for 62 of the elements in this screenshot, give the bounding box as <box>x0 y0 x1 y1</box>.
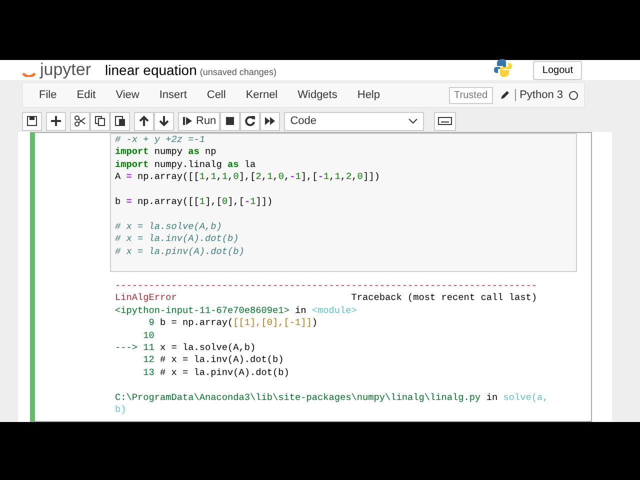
save-status: (unsaved changes) <box>200 67 276 77</box>
code-line: import numpy.linalg as la <box>115 158 256 170</box>
clipboard-icon <box>114 115 126 127</box>
code-line: import numpy as np <box>115 146 216 158</box>
stop-button[interactable] <box>220 112 240 130</box>
caret-icon <box>408 116 418 126</box>
menu-item[interactable]: Widgets <box>288 89 348 101</box>
code-line: # -x + y +2z =-1 <box>115 134 206 145</box>
menu-item[interactable]: Kernel <box>236 89 288 101</box>
code-line: # x = la.solve(A,b) <box>115 220 222 232</box>
output-line: LinAlgError Traceback (most recent call last) <box>115 292 537 304</box>
output-line: ---> 11 x = la.solve(A,b) <box>115 342 256 353</box>
output-line: b) <box>115 404 126 415</box>
keyboard-button[interactable] <box>434 112 456 130</box>
logo-arc-icon <box>22 72 36 76</box>
output-line: <ipython-input-11-67e70e8609e1> in <module> <box>115 304 357 316</box>
up-arrow-icon <box>138 115 150 127</box>
code-line: A = np.array([[1,1,1,0],[2,1,0,-1],[-1,1,2,0]]) <box>115 171 380 182</box>
output-line: 9 b = np.array([[1],[0],[-1]]) <box>148 317 318 328</box>
pencil-icon <box>498 89 511 101</box>
jupyter-logo-text: jupyter <box>40 61 92 79</box>
keyboard-icon <box>438 115 452 127</box>
fast-forward-button[interactable] <box>260 112 280 130</box>
output-line: 12 # x = la.inv(A).dot(b) <box>142 354 284 366</box>
restart-button[interactable] <box>240 112 260 130</box>
notebook-title[interactable]: linear equation <box>105 61 197 79</box>
scissors-icon <box>74 115 86 127</box>
menu-item[interactable]: Cell <box>196 89 236 101</box>
down-arrow-icon <box>158 115 170 127</box>
restart-icon <box>244 115 256 127</box>
save-button[interactable] <box>22 112 42 130</box>
step-forward-icon <box>182 115 193 127</box>
fast-forward-icon <box>264 115 276 127</box>
output-line: 13 # x = la.pinv(A).dot(b) <box>142 366 290 378</box>
run-button[interactable]: Run <box>178 112 220 130</box>
menu-item[interactable]: Edit <box>66 89 106 101</box>
code-line: # x = la.pinv(A).dot(b) <box>115 246 244 257</box>
code-input-area[interactable] <box>110 133 577 272</box>
stop-icon <box>224 115 236 127</box>
output-line: C:\ProgramData\Anaconda3\lib\site-packages\numpy\linalg\linalg.py in solve(a, <box>115 392 548 403</box>
copy-button[interactable] <box>90 112 110 130</box>
menu-item[interactable]: File <box>29 89 67 101</box>
menu-item[interactable]: Insert <box>149 89 197 101</box>
move-up-button[interactable] <box>134 112 154 130</box>
logout-button[interactable]: Logout <box>533 60 582 80</box>
insert-cell-button[interactable] <box>46 112 66 130</box>
paste-button[interactable] <box>110 112 130 130</box>
trusted-badge[interactable]: Trusted <box>449 86 493 104</box>
code-line: b = np.array([[1],[0],[-1]]) <box>115 196 273 207</box>
save-icon <box>26 115 38 127</box>
cell-type-dropdown[interactable]: Code <box>284 112 424 130</box>
menu-item[interactable]: View <box>106 89 150 101</box>
output-line: --------------------------------------------------------------------------- <box>115 280 537 291</box>
cut-button[interactable] <box>70 112 90 130</box>
kernel-name[interactable]: Python 3 <box>514 89 563 101</box>
copy-icon <box>94 115 106 127</box>
output-line: 10 <box>142 330 154 341</box>
code-line: # x = la.inv(A).dot(b) <box>115 233 239 244</box>
plus-icon <box>50 115 62 127</box>
move-down-button[interactable] <box>154 112 174 130</box>
python-logo-icon <box>493 58 514 78</box>
menu-item[interactable]: Help <box>347 89 390 101</box>
